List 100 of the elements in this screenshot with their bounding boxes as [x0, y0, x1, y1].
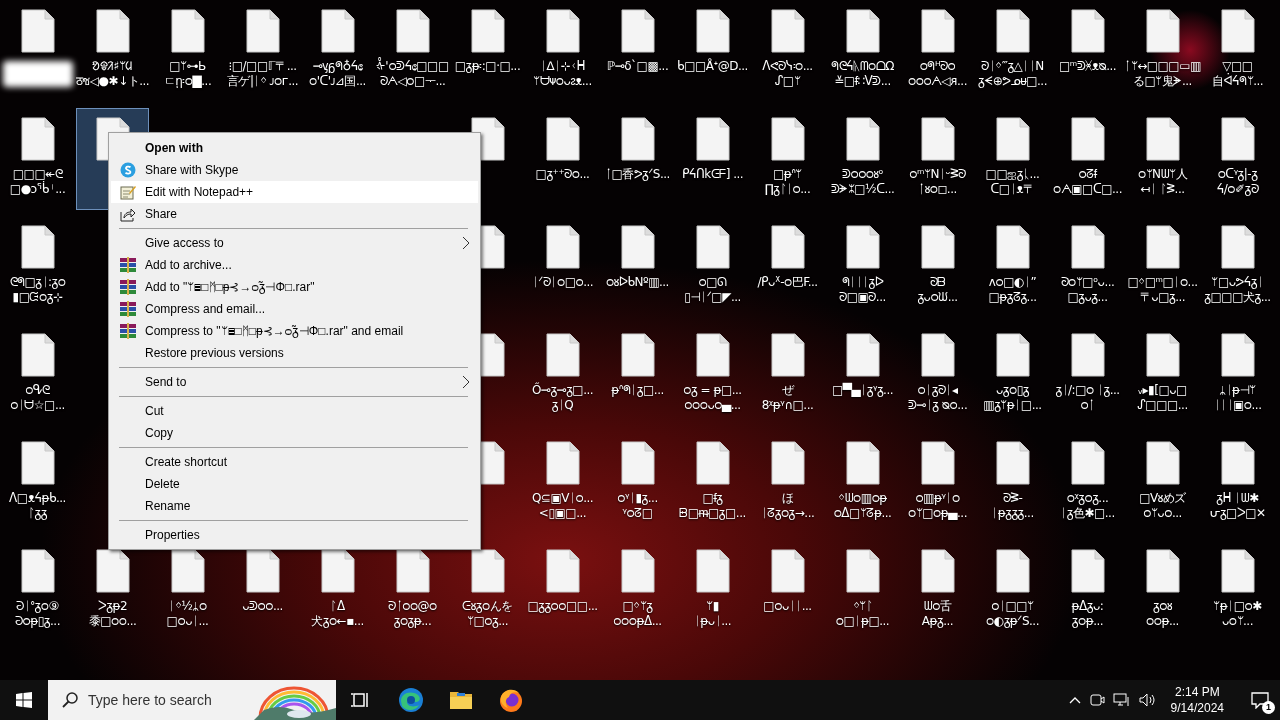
- file-name[interactable]: ᖗᘓᔦᚣᗰᴑᗝΩ ≚□ᵮ∷ᐯᕲ...: [831, 59, 894, 89]
- menu-item[interactable]: Open with: [111, 137, 478, 159]
- file-name[interactable]: □ᛘ⊶Ь ㄷῃ፡ᴑ▇...: [163, 59, 212, 89]
- file-name[interactable]: □ᴑᴗᛁᛁ...: [763, 599, 812, 614]
- file-name[interactable]: ほ ᛁᘔᵹᴑᵹ→...: [760, 491, 815, 521]
- camera-icon[interactable]: [1088, 692, 1105, 708]
- folder-icon[interactable]: [449, 690, 473, 710]
- browser-icon[interactable]: [498, 687, 524, 713]
- file-name[interactable]: □Vᴕめズ ᴑᛘᴗᴑ...: [1139, 491, 1186, 521]
- file-name[interactable]: ᴑᴕᐅᑲNº▥...: [606, 275, 669, 290]
- file-name[interactable]: ᕲᴑᴑᴑᴕᵒ ᕲᗘᛯ□½ᑕ...: [830, 167, 895, 197]
- file-name[interactable]: ᢤ'ᴑᕲᔦ᥋□□□ ᘐᗅ◁ᴑ□ᅮ...: [376, 59, 449, 89]
- browser-icon[interactable]: [398, 687, 424, 713]
- file-name[interactable]: □ᵐᕲᚸᴥᴓ...: [1058, 59, 1117, 74]
- file-name[interactable]: ᴑᵡᵹᴑᵹ... ᛁᵹ色✱□...: [1060, 491, 1115, 521]
- file-name[interactable]: ᴑᵹ = ᵽ□... ᴑᴑᴑᴗᴑ▄...: [683, 383, 742, 413]
- file-name[interactable]: ᐳᵹᵽ2 黍□ᴑᴑ...: [88, 599, 137, 629]
- menu-item[interactable]: Compress to "ᛘ▤□ᛗ□ᵽ⊰→ᴑ̃ᵹ⊣Φ□.rar" and email: [111, 320, 478, 342]
- menu-item[interactable]: Rename: [111, 495, 478, 517]
- file-name[interactable]: ᛜᗯᴑ▥ᴑᵽ ᴑᐃ□ᛘᘔᵽ...: [833, 491, 892, 521]
- file-name[interactable]: ᛘ▮ ᛁᵽᴗᛁ...: [693, 599, 732, 629]
- menu-item[interactable]: Cut: [111, 400, 478, 422]
- menu-item[interactable]: Share with Skype: [111, 159, 478, 181]
- file-name[interactable]: □ᵹ⁺⁺ᘐᴑ...: [535, 167, 590, 182]
- file-name[interactable]: ᛘ□ᴗᕗᔦᵹᛁ ᵹ□□□犬ᵹ...: [1204, 275, 1271, 305]
- menu-item[interactable]: Add to archive...: [111, 254, 478, 276]
- menu-item[interactable]: Copy: [111, 422, 478, 444]
- file-name[interactable]: ᑲ□□Åᕀ@D...: [677, 59, 748, 74]
- notification-icon[interactable]: [1251, 691, 1269, 709]
- file-name[interactable]: □ᛜᛘᵹ ᴑᴑᴑᵽᐃ...: [613, 599, 662, 629]
- file-name[interactable]: ぜ 8ᵡᵽᵞ∩□...: [761, 383, 814, 413]
- file-name[interactable]: ᵹᛁ/:□ᴑ ᛁᵹ... ᴑᛙ: [1055, 383, 1120, 413]
- file-name[interactable]: □ᵹᵹᴑᴑ□□...: [527, 599, 598, 614]
- file-name[interactable]: ᴗᕲᴑᴑ...: [242, 599, 283, 614]
- menu-item[interactable]: Compress and email...: [111, 298, 478, 320]
- file-name[interactable]: □▀▄ᛁᵹᵞᵹ...: [831, 383, 894, 398]
- task-view-icon[interactable]: [351, 691, 371, 709]
- file-name[interactable]: ᑭᔦᑎkᕮᖴ] ...: [681, 167, 744, 182]
- clock-date[interactable]: 9/14/2024: [1170, 700, 1224, 716]
- file-name[interactable]: ᴑᛘNᗯᛘ人 ↤ᛁ ᛚᕒ...: [1137, 167, 1188, 197]
- file-name[interactable]: Q⊆▣Vᛁᴑ... <▯▣□...: [531, 491, 594, 521]
- file-name[interactable]: ᴑᛁ□□ᛘ ᴑ◐ᵹᵽᐟS...: [986, 599, 1039, 629]
- menu-item[interactable]: Restore previous versions: [111, 342, 478, 364]
- file-name[interactable]: □ᛜ□ᵐ□ᛁᴑ... 〒ᴗ□ᵹ...: [1127, 275, 1198, 305]
- file-name[interactable]: ᴑᵐᛘNᛁᵕᕒᘐ ᛙᴕᴑ◻...: [909, 167, 966, 197]
- file-name[interactable]: ℙ⊸δ`□▩...: [606, 59, 669, 74]
- file-name[interactable]: ᛙ□香ᕗᵹᐟS...: [605, 167, 670, 182]
- network-icon[interactable]: [1112, 692, 1131, 708]
- menu-item[interactable]: Properties: [111, 524, 478, 546]
- file-name[interactable]: ᵥ▸▮[□ᴗ□ ᔑ□□□...: [1137, 383, 1188, 413]
- file-name[interactable]: ⊸ᶌᵷᖗ♁ᔦ᥋ ᴑ'ᑕ'ᴊ⊿国...: [309, 59, 366, 89]
- file-name[interactable]: ᵹᴑᴕ ᴑᴑᵽ...: [1146, 599, 1179, 629]
- menu-item[interactable]: Edit with Notepad++: [111, 181, 478, 203]
- file-name[interactable]: ᘐᴑᛘ□ᵒᴗ... □ᵹᴗᵹ...: [1060, 275, 1115, 305]
- file-name[interactable]: ᴑ□ᘏ ▯⊣ᛁᐟ□◤...: [684, 275, 741, 305]
- file-name[interactable]: ▽□□ 自ᐋᔦᖗᛘ...: [1211, 59, 1264, 89]
- file-name[interactable]: ᴑᵞᛁ▮ᵹ... ᵞᴑᘔ□: [617, 491, 658, 521]
- file-name[interactable]: ᴑᖗᵸᘐᴑ ᴑᴑᴑᗅ◁ᴙ...: [908, 59, 967, 89]
- file-name[interactable]: ⁝□/□□ℾ〒... 言ゲ|ᛁᛜ ᴊᴑᴦ...: [226, 59, 299, 89]
- file-name[interactable]: ᴑᕴᘓ ᴑᛁᗨ☆□...: [10, 383, 65, 413]
- file-name[interactable]: ᛚᐃ 犬ᵹᴑ←▪...: [311, 599, 364, 629]
- file-name[interactable]: ᛘᵽᛁ□ᴑ✱ ᴗᴑᛘ...: [1213, 599, 1262, 629]
- file-name[interactable]: □ᵽᐢᛘ ∏ᵹᛚᛁᴑ...: [764, 167, 811, 197]
- clock-time[interactable]: 2:14 PM: [1174, 684, 1220, 700]
- volume-icon[interactable]: [1138, 692, 1157, 708]
- file-name[interactable]: ᘓᖗ□ᵹᛁ:ᵹᴑ ▮□ᙍᴑᵹ⊹: [9, 275, 66, 305]
- file-name[interactable]: ᴑᘔᵮ ᴑᗅ▣□ᑕ□...: [1053, 167, 1122, 197]
- file-name[interactable]: ᴑ▥ᵽᵞᛁᴑ ᴑᛘ□ᴑᵽ▄...: [908, 491, 967, 521]
- file-name[interactable]: ᵽᐢᖗᛁᵹ□...: [611, 383, 664, 398]
- menu-item[interactable]: Give access to: [111, 232, 478, 254]
- file-name[interactable]: ᛁᛜ½ᛦᴑ □ᴑᴗᛁ...: [166, 599, 209, 629]
- file-name[interactable]: □□□↞ᘓ □●ↄᖄᛌ...: [9, 167, 66, 197]
- menu-item[interactable]: Share: [111, 203, 478, 225]
- file-name[interactable]: ᘒᛁᐤᵹᴑ⑨ ᘒᴑᵽ▯ᵹ...: [15, 599, 60, 629]
- menu-item[interactable]: Delete: [111, 473, 478, 495]
- file-name[interactable]: □ᵮᵹ ᗸ□ᵯ□ᵹ□...: [679, 491, 746, 521]
- menu-item[interactable]: Add to "ᛘ▤□ᛗ□ᵽ⊰→ᴑ̃ᵹ⊣Φ□.rar": [111, 276, 478, 298]
- file-name[interactable]: ᛁᐟᘐᛁᴑ□ᴑ...: [531, 275, 594, 290]
- file-name[interactable]: ᴑᛁᵹᘐᛁ◂ ᕲ⊸ᛁᵹ ᴓᴑ...: [907, 383, 968, 413]
- file-name[interactable]: ᘐᛙᴑᴑ@ᴑ ᵹᴑᵹᵽ...: [388, 599, 437, 629]
- file-name[interactable]: ᖗᛁᛁᛁᵹᐅ ᘐ□▣ᘐ...: [839, 275, 886, 305]
- menu-item[interactable]: Send to: [111, 371, 478, 393]
- file-name[interactable]: ᱚᱫᱤ♯ᛘᱢ ठช◁●✱↓ト...: [75, 59, 150, 89]
- chevron-up-icon[interactable]: [1068, 696, 1081, 704]
- file-name[interactable]: ᗯᴑ舌 Aᵽᵹ...: [921, 599, 954, 629]
- file-name[interactable]: ᵽᐃᵹᴗ: ᵹᴑᵽ...: [1071, 599, 1104, 629]
- file-name[interactable]: ᴗᵹᴑ▯ᵹ ▥ᵹᛘᵽᛁ□...: [983, 383, 1042, 413]
- file-name[interactable]: ᘐᛁᛜ‴ᵹ△ᛁᛁN ᵹᗕ⊕ᕗᓄᵾ□...: [978, 59, 1047, 89]
- file-name[interactable]: □ᵹᵽ፡:□·□...: [454, 59, 521, 74]
- file-name[interactable]: Ő⊸ᵹ⊸ᵹ□... ᵹᛁQ: [531, 383, 594, 413]
- file-name[interactable]: ᘐᕒ- ᛁᵽᵹᵹᵹ...: [991, 491, 1034, 521]
- menu-item[interactable]: Create shortcut: [111, 451, 478, 473]
- file-name[interactable]: ᛁ∆ᛁ⊹ᚲᕼ ᛘᗨᴪᴑᴗᴤᴥ...: [533, 59, 592, 89]
- file-name[interactable]: ᛦᛁᵽ⊣ᛘ ᛁᛁᛁ▣ᴑ...: [1213, 383, 1262, 413]
- file-name[interactable]: ᐱᕙᘐᓭ፡ᴑ... ᔑ□ᛘ: [762, 59, 813, 89]
- file-name[interactable]: ᛜᛘᛚ ᴑ□ᛁᵽ□...: [835, 599, 890, 629]
- file-name[interactable]: ᛙᛘ↔□□□▭▥ る□ᛘ鬼ᗘ...: [1124, 59, 1201, 89]
- start-icon[interactable]: [16, 692, 32, 708]
- file-name[interactable]: ᴧᴑ□◐ᛁ” □ᵽᵹᘔᵹ...: [988, 275, 1037, 305]
- file-name[interactable]: □□ஐᵹᚳ... ᑕ□ᛁᴥ〒: [985, 167, 1040, 197]
